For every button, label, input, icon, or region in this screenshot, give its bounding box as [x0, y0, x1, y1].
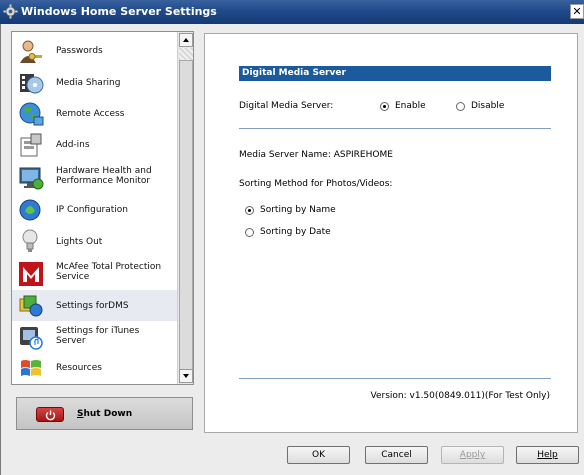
sidebar-item-label: Settings forDMS [56, 301, 129, 311]
user-key-icon [20, 40, 42, 63]
settings-sidebar: Passwords Media Sharing Remote Access Ad… [11, 31, 194, 385]
settings-panel: Digital Media Server Digital Media Serve… [204, 33, 578, 433]
media-sharing-icon [20, 74, 44, 94]
lightbulb-icon [22, 229, 38, 252]
sidebar-item-label-line2: Server [56, 336, 86, 346]
media-server-name: Media Server Name: ASPIREHOME [239, 150, 393, 160]
itunes-icon [20, 327, 43, 350]
network-icon [19, 199, 41, 221]
close-button[interactable]: ✕ [570, 4, 584, 19]
settings-list: Passwords Media Sharing Remote Access Ad… [12, 32, 178, 384]
sidebar-item-label-line1: McAfee Total Protection [56, 262, 162, 272]
sidebar-item-media-sharing[interactable]: Media Sharing [12, 67, 178, 98]
monitor-icon [19, 167, 44, 190]
dms-icon [19, 295, 43, 317]
dms-label: Digital Media Server: [239, 101, 334, 111]
sort-by-date-radio[interactable] [245, 228, 254, 237]
divider [239, 128, 551, 129]
sorting-method-label: Sorting Method for Photos/Videos: [239, 179, 393, 189]
sidebar-item-label: Media Sharing [56, 78, 121, 88]
sidebar-item-resources[interactable]: Resources [12, 353, 178, 384]
sidebar-item-mcafee[interactable]: McAfee Total Protection Service [12, 256, 178, 290]
gear-icon [3, 4, 18, 19]
section-header: Digital Media Server [239, 66, 551, 81]
apply-button[interactable]: Apply [441, 446, 504, 464]
shut-down-button[interactable]: Shut Down [16, 397, 193, 430]
sidebar-item-settings-for-itunes[interactable]: Settings for iTunes Server [12, 321, 178, 355]
power-icon [36, 407, 64, 422]
scroll-track[interactable] [179, 48, 193, 60]
sidebar-item-ip-configuration[interactable]: IP Configuration [12, 194, 178, 225]
window-body: Passwords Media Sharing Remote Access Ad… [0, 24, 584, 475]
sidebar-item-label: IP Configuration [56, 205, 128, 215]
ok-button[interactable]: OK [287, 446, 350, 464]
sort-by-name-label[interactable]: Sorting by Name [260, 205, 336, 215]
sidebar-scrollbar[interactable] [177, 32, 193, 384]
sidebar-item-lights-out[interactable]: Lights Out [12, 225, 178, 256]
sidebar-item-label: Remote Access [56, 109, 125, 119]
sidebar-item-label-line2: Service [56, 272, 90, 282]
cancel-button[interactable]: Cancel [365, 446, 428, 464]
shut-down-label: Shut Down [77, 409, 133, 419]
add-ins-icon [20, 133, 42, 157]
scroll-down-button[interactable] [179, 369, 193, 383]
sidebar-item-label: Lights Out [56, 237, 103, 247]
mcafee-icon [19, 262, 43, 286]
sidebar-item-hardware-health[interactable]: Hardware Health and Performance Monitor [12, 160, 178, 194]
sidebar-item-label: Resources [56, 363, 102, 373]
sidebar-item-label-line2: Performance Monitor [56, 176, 151, 186]
enable-radio[interactable] [380, 102, 389, 111]
sidebar-item-remote-access[interactable]: Remote Access [12, 98, 178, 129]
sort-by-name-radio[interactable] [245, 206, 254, 215]
sort-by-date-label[interactable]: Sorting by Date [260, 227, 331, 237]
windows-logo-icon [21, 360, 41, 376]
help-button[interactable]: Help [516, 446, 579, 464]
sidebar-item-passwords[interactable]: Passwords [12, 36, 178, 67]
sidebar-item-label: Add-ins [56, 140, 90, 150]
version-text: Version: v1.50(0849.011)(For Test Only) [370, 391, 550, 401]
sidebar-item-label-line1: Settings for iTunes [56, 326, 140, 336]
window-title: Windows Home Server Settings [21, 5, 217, 18]
sidebar-item-label-line1: Hardware Health and [56, 166, 152, 176]
scroll-up-button[interactable] [179, 33, 193, 47]
divider-bottom [239, 378, 551, 379]
disable-radio[interactable] [456, 102, 465, 111]
title-bar: Windows Home Server Settings ✕ [0, 0, 584, 24]
scroll-thumb[interactable] [179, 60, 193, 380]
sidebar-item-add-ins[interactable]: Add-ins [12, 129, 178, 160]
sidebar-item-settings-for-dms[interactable]: Settings forDMS [12, 290, 178, 321]
globe-icon [19, 102, 44, 126]
enable-radio-label[interactable]: Enable [395, 101, 426, 111]
sidebar-item-label: Passwords [56, 46, 103, 56]
disable-radio-label[interactable]: Disable [471, 101, 504, 111]
